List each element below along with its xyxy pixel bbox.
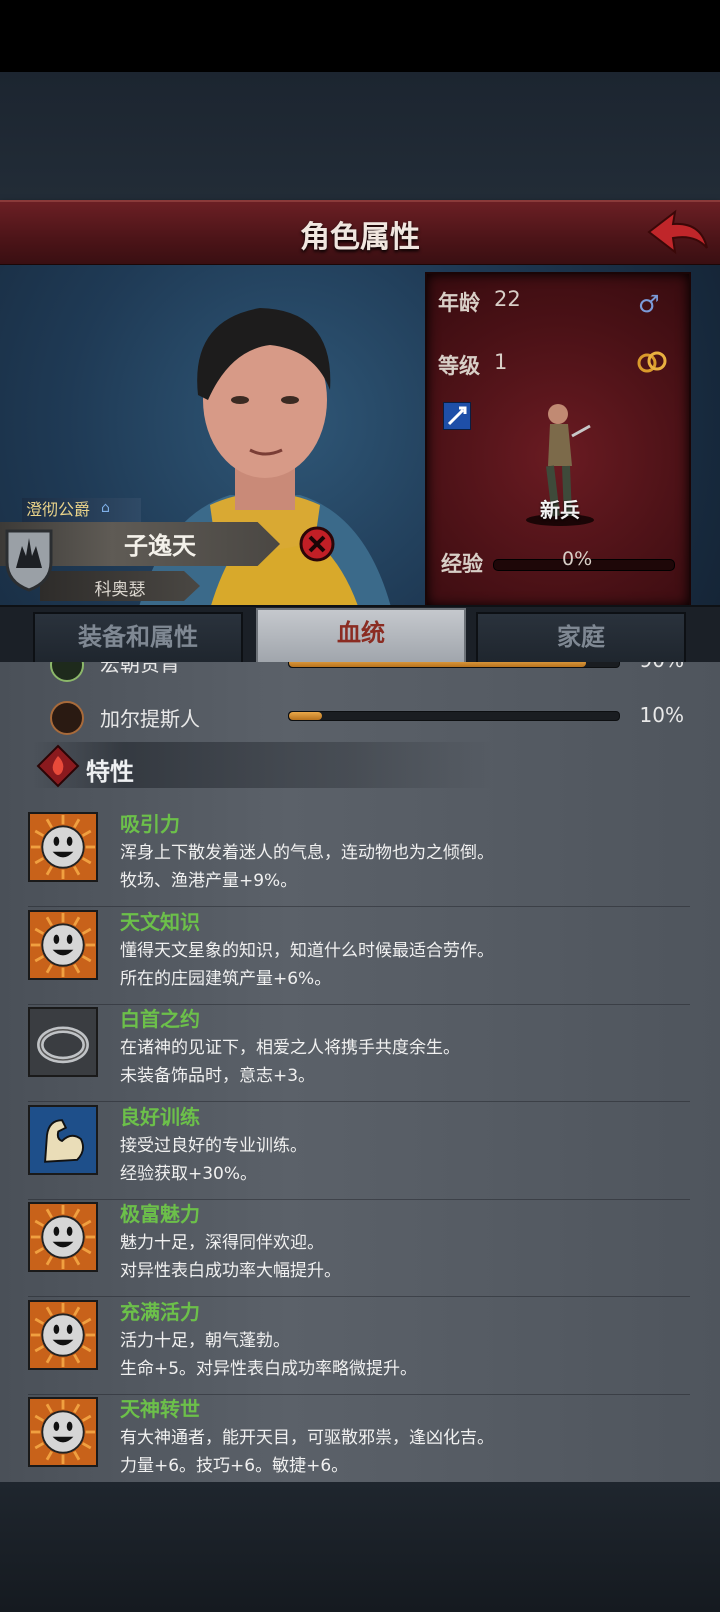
lineage-name: 宏朝贵胄 [100,662,180,676]
trait-description: 接受过良好的专业训练。 [120,1136,307,1156]
trait-name: 良好训练 [120,1105,200,1129]
sword-class-icon[interactable] [443,402,471,430]
tab-lineage[interactable]: 血统 [256,608,466,666]
trait-description: 魅力十足，深得同伴欢迎。 [120,1233,324,1253]
trait-name: 天神转世 [120,1397,200,1421]
trait-description: 浑身上下散发着迷人的气息，连动物也为之倾倒。 [120,843,494,863]
trait-effect: 未装备饰品时，意志+3。 [120,1066,316,1086]
galtis-emblem-icon [50,701,84,735]
trait-effect: 牧场、渔港产量+9%。 [120,871,298,891]
trait-description: 懂得天文星象的知识，知道什么时候最适合劳作。 [120,941,494,961]
trait-item[interactable]: 吸引力浑身上下散发着迷人的气息，连动物也为之倾倒。 牧场、渔港产量+9%。 [28,808,690,907]
exp-label: 经验 [441,552,483,576]
lineage-bar [288,711,620,721]
tab-family[interactable]: 家庭 [476,612,686,664]
unit-name: 新兵 [540,498,580,522]
level-label: 等级 [438,354,480,378]
smile-face-icon [28,812,98,882]
trait-item[interactable]: 白首之约在诸神的见证下，相爱之人将携手共度余生。 未装备饰品时，意志+3。 [28,1003,690,1102]
lineage-bar-fill [289,662,586,667]
age-value: 22 [494,287,521,311]
trait-item[interactable]: 充满活力活力十足，朝气蓬勃。生命+5。对异性表白成功率略微提升。 [28,1296,690,1395]
trait-description: 在诸神的见证下，相爱之人将携手共度余生。 [120,1038,460,1058]
trait-item[interactable]: 天文知识懂得天文星象的知识，知道什么时候最适合劳作。 所在的庄园建筑产量+6%。 [28,906,690,1005]
trait-description: 活力十足，朝气蓬勃。 [120,1331,290,1351]
flame-icon [36,744,80,788]
smile-face-icon [28,1202,98,1272]
muscle-arm-icon [28,1105,98,1175]
trait-effect: 生命+5。对异性表白成功率略微提升。 [120,1359,418,1379]
footer-area [0,1482,720,1612]
trait-name: 天文知识 [120,910,200,934]
back-arrow-icon[interactable] [645,208,711,258]
trait-description: 有大神通者，能开天目，可驱散邪祟，逢凶化吉。 [120,1428,494,1448]
trait-name: 白首之约 [120,1007,200,1031]
exp-percent: 0% [562,548,593,570]
lineage-percent: 10% [639,703,684,727]
trait-effect: 力量+6。技巧+6。敏捷+6。 [120,1456,349,1476]
lineage-bar-fill [289,712,322,720]
trait-item[interactable]: 极富魅力魅力十足，深得同伴欢迎。 对异性表白成功率大幅提升。 [28,1198,690,1297]
house-shield-icon[interactable] [4,528,54,592]
trait-effect: 经验获取+30%。 [120,1164,258,1184]
age-label: 年龄 [438,291,480,315]
empire-emblem-icon [50,662,84,682]
level-value: 1 [494,350,508,374]
male-icon: ♂ [638,290,660,318]
house-name: 科奥瑟 [94,580,146,600]
trait-item[interactable]: 天神转世有大神通者，能开天目，可驱散邪祟，逢凶化吉。 力量+6。技巧+6。敏捷+6… [28,1393,690,1492]
rank-title: 澄彻公爵 [22,498,141,522]
lineage-row-clip: 宏朝贵胄 90% [0,662,720,684]
trait-name: 吸引力 [120,812,180,836]
tab-equipment[interactable]: 装备和属性 [33,612,243,664]
close-icon[interactable] [298,525,336,563]
trait-item[interactable]: 良好训练接受过良好的专业训练。 经验获取+30%。 [28,1101,690,1200]
lineage-name: 加尔提斯人 [100,707,200,731]
character-name[interactable]: 子逸天 [60,526,260,561]
trait-effect: 对异性表白成功率大幅提升。 [120,1261,341,1281]
traits-title: 特性 [86,758,134,786]
crown-icon: ⌂ [101,500,110,516]
trait-name: 充满活力 [120,1300,200,1324]
smile-face-icon [28,1397,98,1467]
rings-icon[interactable] [636,350,668,374]
trait-effect: 所在的庄园建筑产量+6%。 [120,969,332,989]
smile-face-icon [28,1300,98,1370]
smile-face-icon [28,910,98,980]
character-screen: 角色属性 年龄 22 ♂ 等级 1 新兵 经验 0% 澄彻公爵 ⌂ 子逸天 科奥… [0,0,720,1612]
page-title: 角色属性 [300,220,420,255]
trait-name: 极富魅力 [120,1202,200,1226]
lineage-percent: 90% [614,662,684,672]
lineage-bar [288,662,620,668]
ring-icon [28,1007,98,1077]
